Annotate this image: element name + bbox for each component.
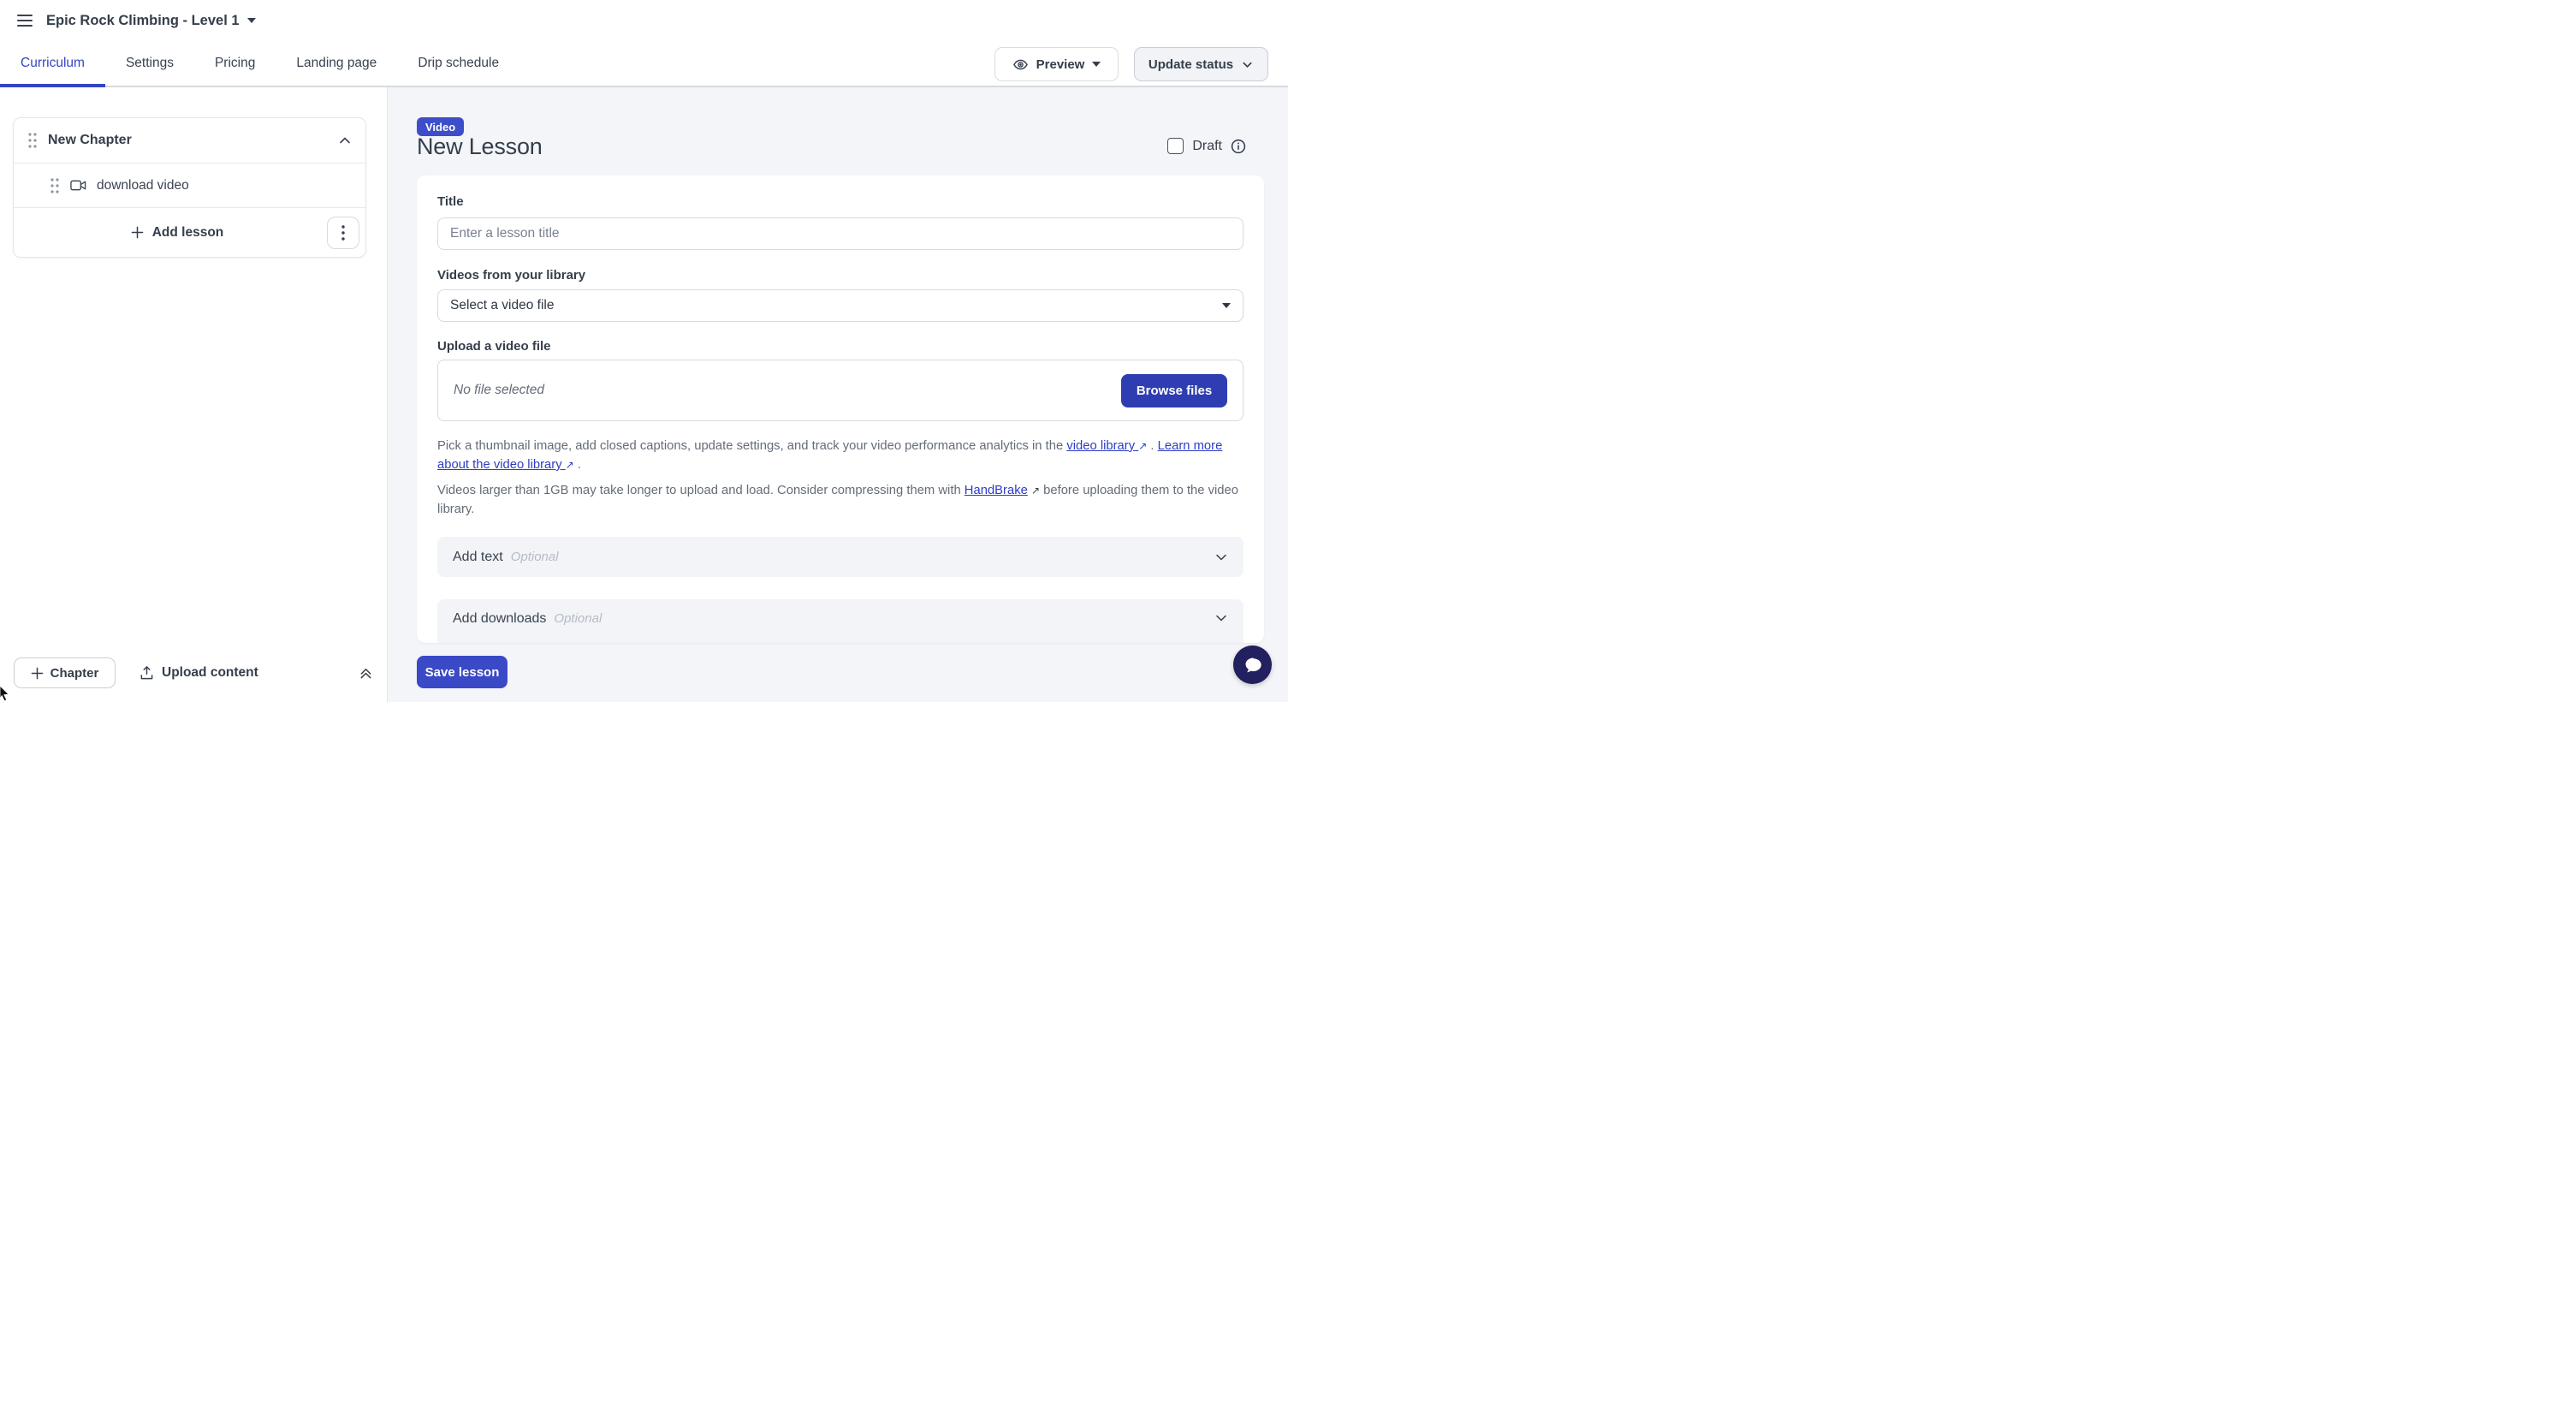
update-status-label: Update status [1149,57,1233,72]
chevron-up-icon[interactable] [338,134,352,147]
course-title: Epic Rock Climbing - Level 1 [46,13,240,29]
video-library-select[interactable]: Select a video file [437,289,1243,322]
caret-down-icon [1222,303,1231,308]
file-upload-box: No file selected Browse files [437,360,1243,421]
add-downloads-section[interactable]: Add downloads Optional [437,599,1243,643]
top-bar: Epic Rock Climbing - Level 1 [0,0,1288,41]
add-text-label: Add text [453,550,503,565]
lesson-item-title: download video [97,178,189,193]
update-status-button[interactable]: Update status [1134,47,1268,81]
handbrake-link[interactable]: HandBrake [965,484,1028,497]
compression-help-text: Videos larger than 1GB may take longer t… [437,481,1243,519]
caret-down-icon [247,18,256,23]
tab-bar: Curriculum Settings Pricing Landing page… [0,41,1288,87]
add-chapter-button[interactable]: Chapter [14,657,116,688]
preview-label: Preview [1036,57,1085,72]
title-label: Title [437,194,464,209]
draft-label: Draft [1192,139,1222,154]
save-lesson-button[interactable]: Save lesson [417,656,507,688]
preview-button[interactable]: Preview [994,47,1119,81]
chevron-down-icon [1241,58,1254,71]
caret-down-icon [1092,62,1101,67]
hamburger-menu-icon[interactable] [17,15,33,27]
chat-bubble-icon [1242,654,1264,676]
add-lesson-label: Add lesson [152,225,224,241]
tab-landing-page[interactable]: Landing page [276,41,397,86]
tab-curriculum[interactable]: Curriculum [0,41,105,86]
chapter-card: New Chapter [13,117,366,258]
external-link-icon: ↗ [1031,481,1040,500]
video-library-label: Videos from your library [437,268,585,283]
double-chevron-up-icon [359,666,373,681]
lesson-heading: New Lesson [417,134,543,160]
eye-icon [1012,57,1029,73]
tab-pricing[interactable]: Pricing [194,41,276,86]
no-file-text: No file selected [454,383,544,398]
kebab-menu-icon [341,225,345,241]
draft-checkbox[interactable] [1167,138,1184,154]
add-lesson-button[interactable]: Add lesson [27,214,327,251]
chapter-footer-row: Add lesson [14,207,365,257]
lesson-form-card: Title Videos from your library Select a … [417,176,1264,643]
course-editor-page: Epic Rock Climbing - Level 1 Curriculum … [0,0,1288,702]
draft-control: Draft [1167,138,1246,154]
lesson-editor-panel: Video New Lesson Draft Title Videos from… [388,87,1288,702]
external-link-icon: ↗ [1138,437,1147,455]
upload-video-label: Upload a video file [437,339,551,354]
drag-handle-icon[interactable] [50,176,60,195]
header-actions: Preview Update status [994,47,1268,81]
optional-label: Optional [511,550,559,564]
chat-widget-button[interactable] [1233,645,1272,684]
info-icon[interactable] [1231,139,1246,154]
chevron-down-icon [1214,611,1228,625]
curriculum-sidebar: New Chapter [0,87,388,702]
video-camera-icon [70,179,86,192]
chapter-title: New Chapter [48,133,338,148]
plus-icon [131,226,144,239]
chapter-menu-button[interactable] [327,217,359,249]
browse-files-button[interactable]: Browse files [1121,374,1227,408]
video-library-link[interactable]: video library ↗ [1066,439,1147,453]
upload-content-label: Upload content [162,665,258,681]
video-library-help-text: Pick a thumbnail image, add closed capti… [437,437,1243,474]
add-chapter-label: Chapter [50,666,99,681]
sidebar-footer: Chapter Upload content [0,644,387,702]
tab-drip-schedule[interactable]: Drip schedule [397,41,519,86]
plus-icon [31,667,44,680]
add-downloads-label: Add downloads [453,611,546,627]
course-title-dropdown[interactable]: Epic Rock Climbing - Level 1 [46,13,256,29]
video-library-selected-value: Select a video file [450,298,555,313]
chapter-header-row[interactable]: New Chapter [14,118,365,163]
add-text-section[interactable]: Add text Optional [437,537,1243,577]
lesson-title-input[interactable] [437,217,1243,250]
collapse-all-button[interactable] [359,666,373,681]
external-link-icon: ↗ [566,455,574,474]
upload-content-button[interactable]: Upload content [139,665,258,681]
optional-label: Optional [554,611,602,626]
drag-handle-icon[interactable] [27,131,38,150]
chevron-down-icon [1214,550,1228,564]
tab-settings[interactable]: Settings [105,41,194,86]
upload-icon [139,665,154,681]
lesson-row[interactable]: download video [14,163,365,207]
